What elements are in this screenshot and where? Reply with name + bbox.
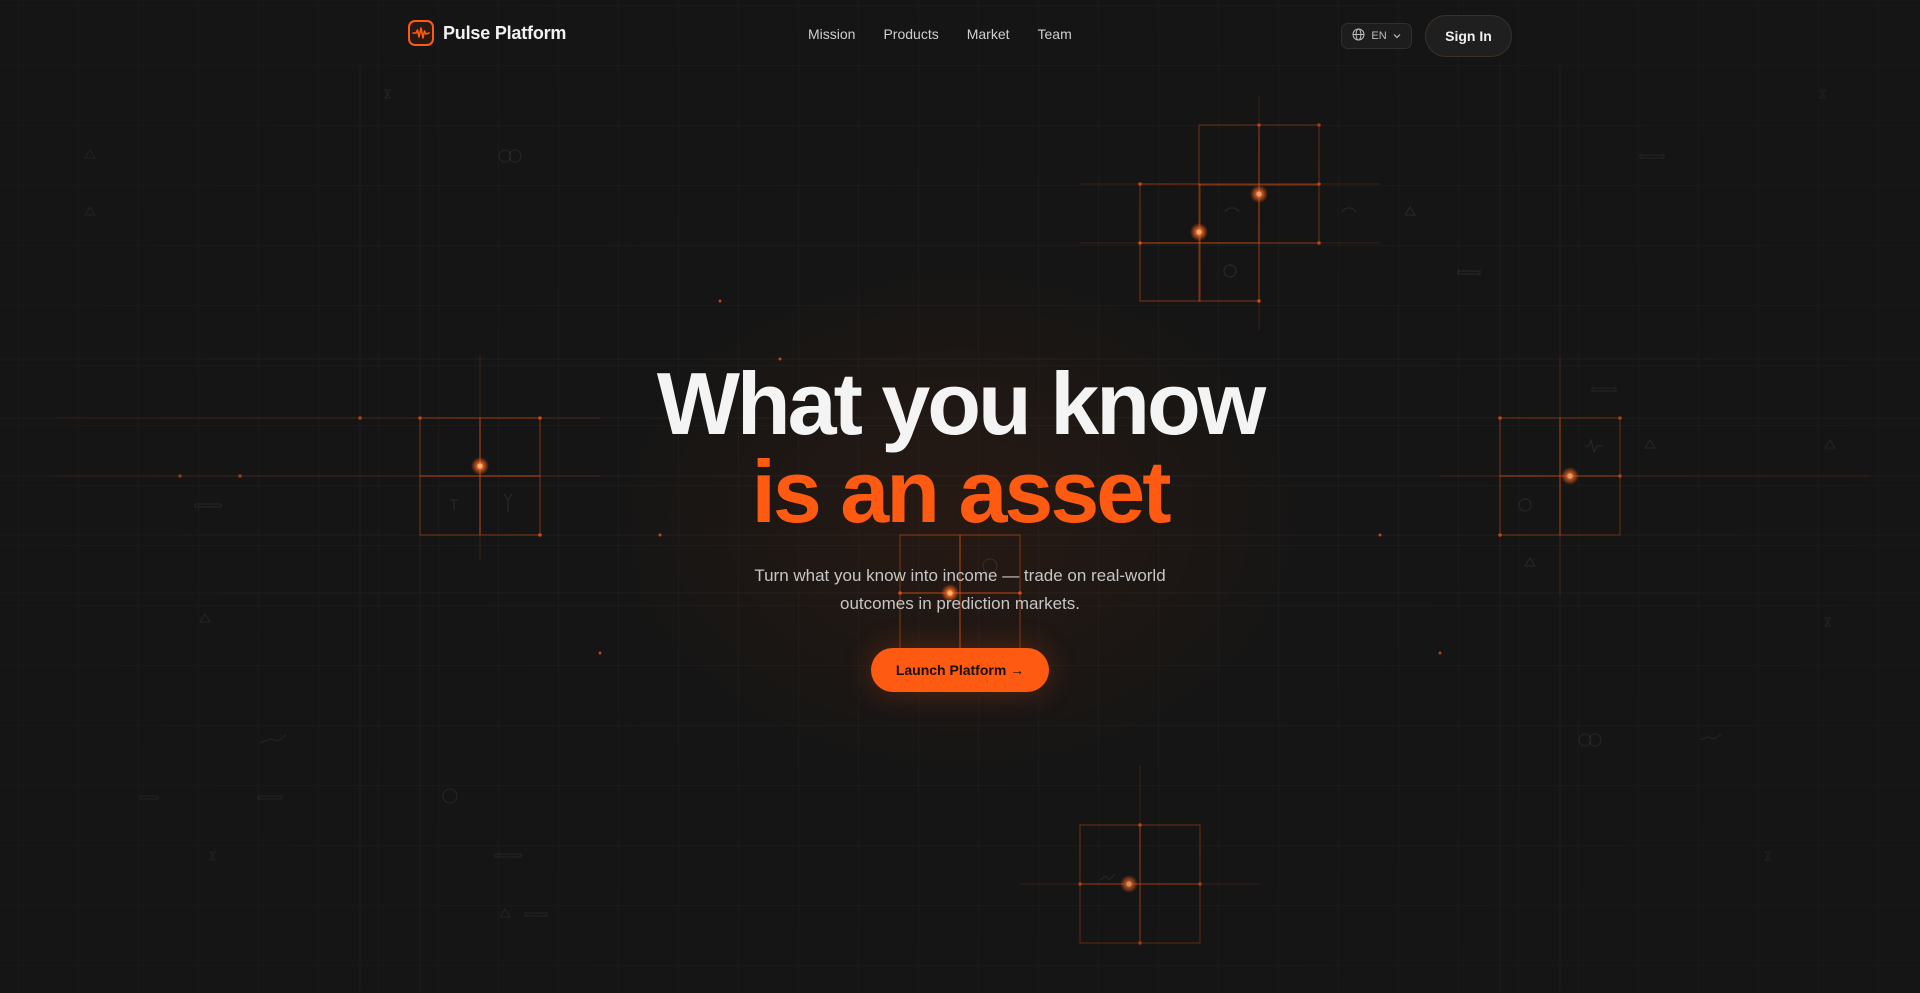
launch-platform-button[interactable]: Launch Platform → [871, 648, 1049, 692]
hero-subtitle: Turn what you know into income — trade o… [754, 566, 1166, 613]
nav-item-mission[interactable]: Mission [808, 26, 855, 42]
nav-item-team[interactable]: Team [1038, 26, 1072, 42]
landing-page: Pulse Platform Mission Products Market T… [0, 0, 1920, 993]
hero-title-line2: is an asset [751, 442, 1171, 541]
chevron-down-icon [1393, 30, 1401, 42]
language-selector[interactable]: EN [1341, 23, 1412, 49]
hero-title-line1: What you know [656, 354, 1266, 453]
language-label: EN [1371, 30, 1387, 42]
sign-in-button[interactable]: Sign In [1425, 15, 1512, 57]
pulse-waveform-icon [408, 20, 434, 46]
brand-name: Pulse Platform [443, 22, 567, 43]
site-header: Pulse Platform Mission Products Market T… [0, 0, 1920, 72]
main-nav: Mission Products Market Team [808, 26, 1072, 42]
nav-item-market[interactable]: Market [967, 26, 1010, 42]
hero-section: What you know is an asset Turn what you … [0, 360, 1920, 692]
nav-item-products[interactable]: Products [883, 26, 938, 42]
brand-home-link[interactable]: Pulse Platform [408, 20, 566, 46]
globe-icon [1352, 28, 1365, 44]
